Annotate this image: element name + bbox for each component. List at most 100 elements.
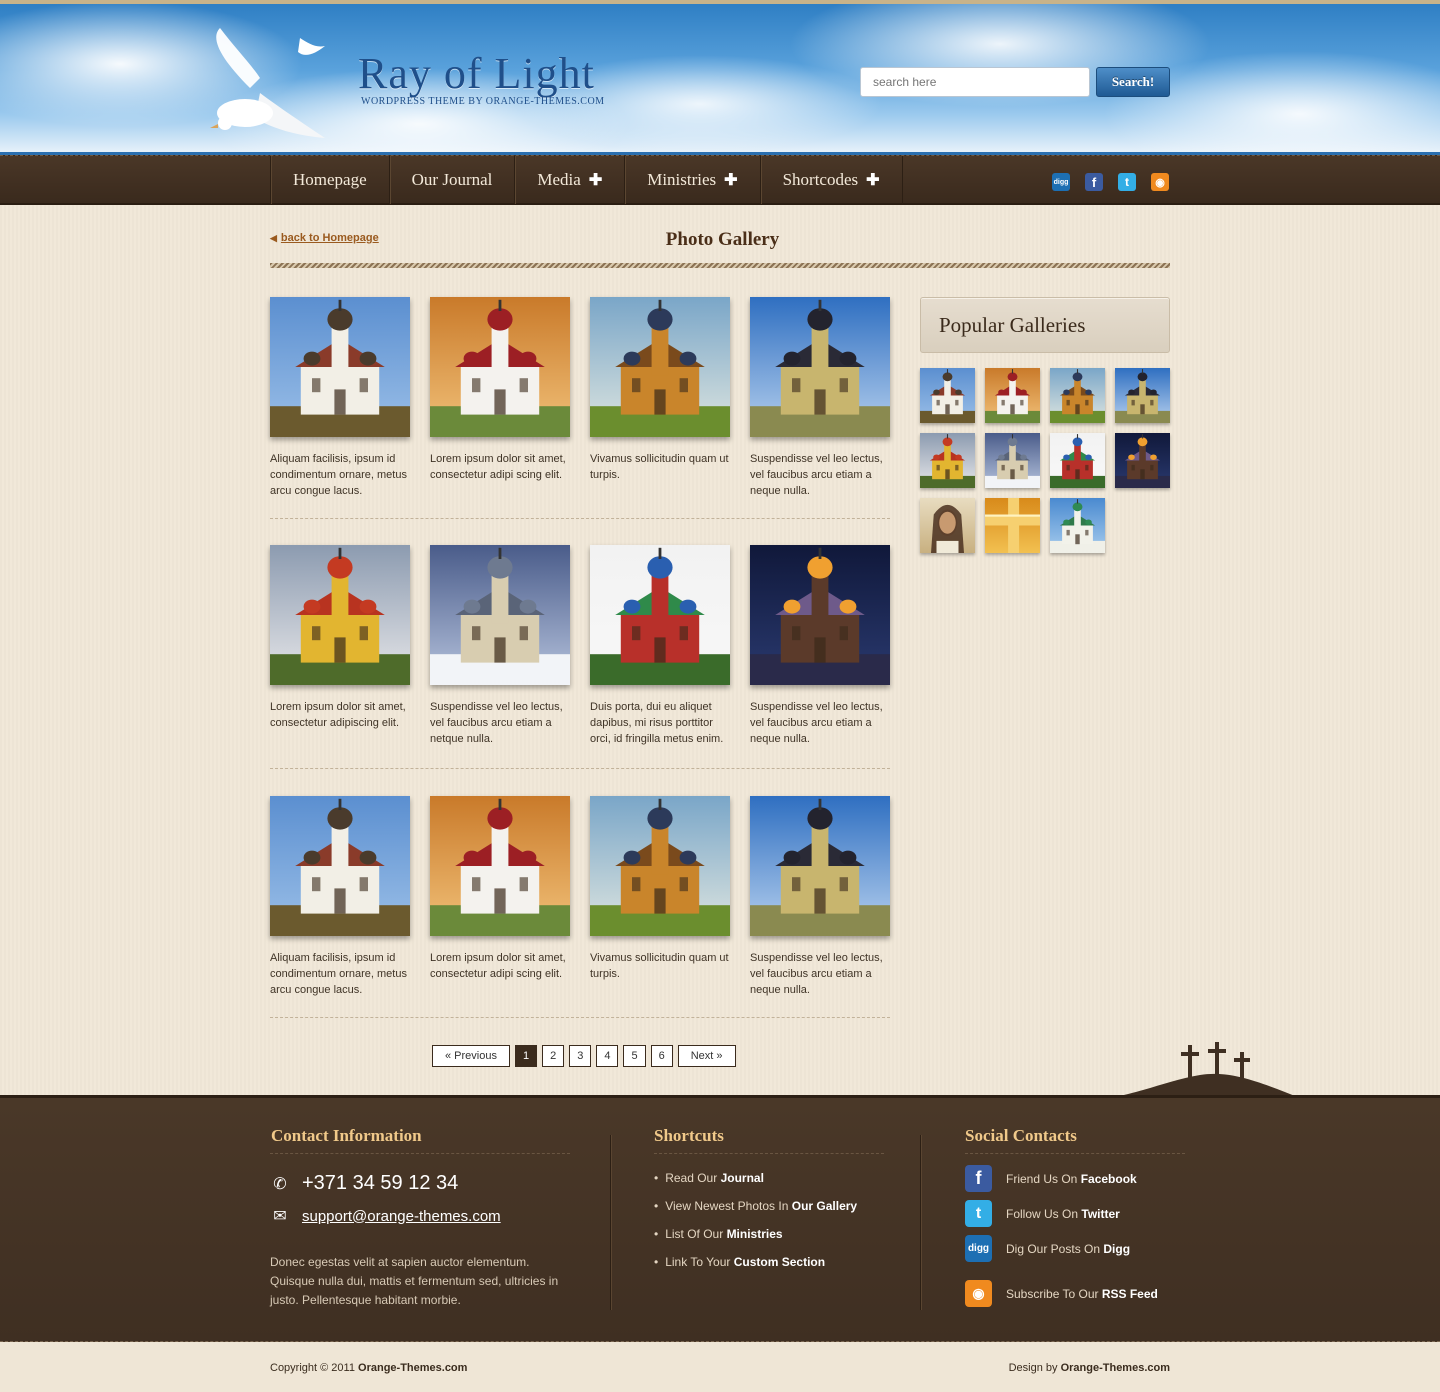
popular-gallery-thumb[interactable] bbox=[920, 498, 975, 553]
title-divider bbox=[270, 263, 1170, 268]
gallery-photo[interactable] bbox=[590, 796, 730, 936]
gallery-item[interactable]: Vivamus sollicitudin quam ut turpis. bbox=[590, 796, 730, 982]
popular-gallery-thumb[interactable] bbox=[920, 368, 975, 423]
gallery-row-divider bbox=[270, 518, 890, 519]
plus-icon: ✚ bbox=[588, 172, 603, 189]
nav-item-ministries[interactable]: Ministries ✚ bbox=[624, 156, 759, 204]
copyright-site-link[interactable]: Orange-Themes.com bbox=[358, 1362, 467, 1374]
shortcut-prefix: Link To Your bbox=[665, 1255, 731, 1269]
popular-gallery-thumb[interactable] bbox=[1115, 368, 1170, 423]
rss-icon: ◉ bbox=[965, 1280, 992, 1307]
gallery-item[interactable]: Lorem ipsum dolor sit amet, consectetur … bbox=[430, 796, 570, 982]
popular-gallery-thumb[interactable] bbox=[920, 433, 975, 488]
nav-item-media[interactable]: Media ✚ bbox=[514, 156, 624, 204]
twitter-icon[interactable]: t bbox=[1118, 173, 1136, 191]
gallery-photo[interactable] bbox=[430, 297, 570, 437]
gallery-item[interactable]: Suspendisse vel leo lectus, vel faucibus… bbox=[750, 297, 890, 499]
contact-phone: ✆ +371 34 59 12 34 bbox=[270, 1172, 458, 1195]
social-prefix: Friend Us On bbox=[1006, 1171, 1078, 1186]
gallery-photo[interactable] bbox=[270, 297, 410, 437]
digg-icon[interactable]: digg bbox=[1052, 173, 1070, 191]
popular-gallery-thumb[interactable] bbox=[985, 368, 1040, 423]
shortcut-link[interactable]: • Link To Your Custom Section bbox=[654, 1255, 825, 1269]
popular-gallery-thumb[interactable] bbox=[1050, 368, 1105, 423]
social-contact-twitter[interactable]: t Follow Us On Twitter bbox=[965, 1200, 1120, 1227]
social-target: Digg bbox=[1103, 1241, 1131, 1256]
gallery-photo[interactable] bbox=[430, 796, 570, 936]
gallery-caption: Vivamus sollicitudin quam ut turpis. bbox=[590, 453, 729, 481]
footer-separator bbox=[920, 1135, 921, 1310]
gallery-photo[interactable] bbox=[590, 545, 730, 685]
gallery-row-divider bbox=[270, 1017, 890, 1018]
facebook-icon: f bbox=[965, 1165, 992, 1192]
pagination-page-5[interactable]: 5 bbox=[623, 1045, 646, 1067]
calvary-crosses-icon bbox=[1110, 1042, 1300, 1098]
phone-number: +371 34 59 12 34 bbox=[302, 1172, 459, 1194]
back-arrow-icon: ◀ bbox=[270, 233, 277, 243]
gallery-photo[interactable] bbox=[750, 796, 890, 936]
site-logo[interactable]: Ray of Light bbox=[358, 48, 595, 99]
social-contact-label: Subscribe To Our RSS Feed bbox=[1006, 1287, 1158, 1301]
gallery-caption: Aliquam facilisis, ipsum id condimentum … bbox=[270, 453, 407, 497]
rss-icon[interactable]: ◉ bbox=[1151, 173, 1169, 191]
search-button[interactable]: Search! bbox=[1096, 67, 1170, 97]
social-prefix: Follow Us On bbox=[1006, 1206, 1079, 1221]
phone-icon: ✆ bbox=[273, 1175, 287, 1193]
popular-gallery-thumb[interactable] bbox=[985, 498, 1040, 553]
nav-item-label: Media bbox=[537, 170, 581, 189]
site-tagline: WORDPRESS THEME BY ORANGE-THEMES.COM bbox=[361, 96, 605, 107]
gallery-item[interactable]: Aliquam facilisis, ipsum id condimentum … bbox=[270, 796, 410, 998]
gallery-caption: Suspendisse vel leo lectus, vel faucibus… bbox=[430, 701, 563, 745]
popular-galleries-header: Popular Galleries bbox=[920, 297, 1170, 353]
bullet-icon: • bbox=[654, 1227, 659, 1241]
gallery-photo[interactable] bbox=[590, 297, 730, 437]
popular-gallery-thumb[interactable] bbox=[985, 433, 1040, 488]
gallery-photo[interactable] bbox=[270, 545, 410, 685]
footer-rule bbox=[270, 1153, 570, 1154]
pagination-page-2[interactable]: 2 bbox=[542, 1045, 565, 1067]
facebook-icon[interactable]: f bbox=[1085, 173, 1103, 191]
nav-item-shortcodes[interactable]: Shortcodes ✚ bbox=[759, 156, 903, 204]
gallery-item[interactable]: Duis porta, dui eu aliquet dapibus, mi r… bbox=[590, 545, 730, 747]
gallery-caption: Suspendisse vel leo lectus, vel faucibus… bbox=[750, 952, 883, 996]
shortcut-link[interactable]: • Read Our Journal bbox=[654, 1171, 764, 1185]
back-to-homepage-link[interactable]: ◀ back to Homepage bbox=[270, 232, 379, 244]
popular-gallery-thumb[interactable] bbox=[1050, 433, 1105, 488]
gallery-photo[interactable] bbox=[750, 545, 890, 685]
pagination-page-6[interactable]: 6 bbox=[650, 1045, 673, 1067]
nav-item-homepage[interactable]: Homepage bbox=[270, 156, 389, 204]
social-contact-rss-feed[interactable]: ◉ Subscribe To Our RSS Feed bbox=[965, 1280, 1158, 1307]
gallery-item[interactable]: Lorem ipsum dolor sit amet, consectetur … bbox=[430, 297, 570, 483]
gallery-item[interactable]: Suspendisse vel leo lectus, vel faucibus… bbox=[750, 796, 890, 998]
gallery-item[interactable]: Aliquam facilisis, ipsum id condimentum … bbox=[270, 297, 410, 499]
social-contact-facebook[interactable]: f Friend Us On Facebook bbox=[965, 1165, 1137, 1192]
gallery-item[interactable]: Suspendisse vel leo lectus, vel faucibus… bbox=[430, 545, 570, 747]
gallery-photo[interactable] bbox=[430, 545, 570, 685]
search-input[interactable] bbox=[860, 67, 1090, 97]
pagination-previous-button[interactable]: « Previous bbox=[432, 1045, 510, 1067]
shortcut-link[interactable]: • View Newest Photos In Our Gallery bbox=[654, 1199, 857, 1213]
nav-item-our-journal[interactable]: Our Journal bbox=[388, 156, 515, 204]
social-contact-digg[interactable]: digg Dig Our Posts On Digg bbox=[965, 1235, 1130, 1262]
gallery-photo[interactable] bbox=[750, 297, 890, 437]
pagination-next-button[interactable]: Next » bbox=[677, 1045, 736, 1067]
email-link[interactable]: support@orange-themes.com bbox=[302, 1208, 501, 1225]
gallery-caption: Suspendisse vel leo lectus, vel faucibus… bbox=[750, 701, 883, 745]
popular-gallery-thumb[interactable] bbox=[1050, 498, 1105, 553]
gallery-item[interactable]: Suspendisse vel leo lectus, vel faucibus… bbox=[750, 545, 890, 747]
credit-site-link[interactable]: Orange-Themes.com bbox=[1061, 1362, 1170, 1374]
design-credit: Design by Orange-Themes.com bbox=[1009, 1362, 1170, 1374]
pagination-page-4[interactable]: 4 bbox=[596, 1045, 619, 1067]
twitter-icon: t bbox=[965, 1200, 992, 1227]
credit-text: Design by bbox=[1008, 1362, 1058, 1374]
pagination-page-1[interactable]: 1 bbox=[514, 1045, 538, 1067]
social-contact-label: Follow Us On Twitter bbox=[1006, 1207, 1120, 1221]
gallery-photo[interactable] bbox=[270, 796, 410, 936]
popular-gallery-thumb[interactable] bbox=[1115, 433, 1170, 488]
gallery-item[interactable]: Vivamus sollicitudin quam ut turpis. bbox=[590, 297, 730, 483]
pagination-page-3[interactable]: 3 bbox=[569, 1045, 592, 1067]
nav-item-label: Shortcodes bbox=[782, 170, 859, 189]
gallery-item[interactable]: Lorem ipsum dolor sit amet, consectetur … bbox=[270, 545, 410, 731]
pagination: « Previous 1 2 3 4 5 6 Next » bbox=[432, 1045, 736, 1067]
shortcut-link[interactable]: • List Of Our Ministries bbox=[654, 1227, 783, 1241]
